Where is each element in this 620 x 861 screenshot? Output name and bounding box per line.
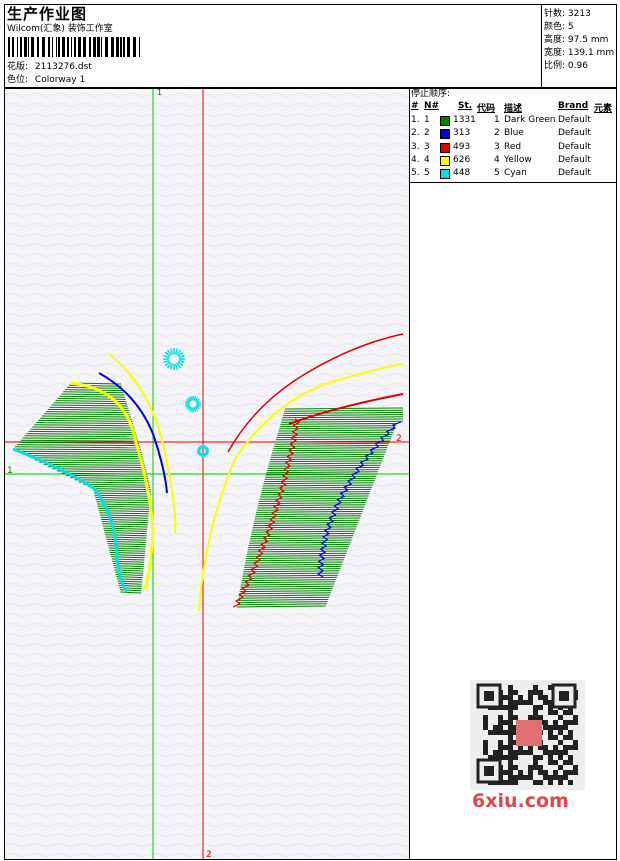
- row-brand: Default: [558, 141, 591, 152]
- row-stitches: 626: [453, 154, 471, 165]
- sequence-divider: [409, 182, 617, 183]
- row-num: 5.: [411, 168, 420, 179]
- row-desc: Yellow: [504, 154, 532, 165]
- row-num: 1.: [411, 115, 420, 125]
- row-brand: Default: [558, 168, 591, 179]
- sequence-row: 5. 5 448 5 Cyan Default: [410, 168, 618, 181]
- guide-label-v2: 2: [206, 850, 212, 859]
- row-n: 1: [424, 115, 430, 125]
- row-code: 4: [494, 154, 500, 165]
- sequence-row: 2. 2 313 2 Blue Default: [410, 128, 618, 141]
- colorway-value: Colorway 1: [34, 75, 86, 85]
- row-code: 3: [494, 141, 500, 152]
- watermark-text: 6xiu.com: [472, 790, 569, 812]
- col-brand: Brand: [558, 101, 589, 111]
- row-code: 1: [494, 115, 500, 125]
- sequence-row: 4. 4 626 4 Yellow Default: [410, 155, 618, 168]
- guide-label-v1: 1: [157, 89, 162, 97]
- row-brand: Default: [558, 154, 591, 165]
- sequence-row: 1. 1 1331 1 Dark Green Default: [410, 115, 618, 128]
- design-file: 2113276.dst: [34, 62, 92, 72]
- row-n: 2: [424, 128, 430, 139]
- row-stitches: 448: [453, 168, 471, 179]
- row-num: 4.: [411, 154, 420, 165]
- row-num: 3.: [411, 141, 420, 152]
- row-desc: Red: [504, 141, 522, 152]
- row-stitches: 493: [453, 141, 471, 152]
- col-num: #: [411, 101, 419, 111]
- color-swatch: [440, 142, 450, 153]
- stat-width: 宽度: 139.1 mm: [544, 48, 615, 58]
- row-brand: Default: [558, 115, 591, 125]
- color-swatch: [440, 155, 450, 166]
- color-swatch: [440, 129, 450, 140]
- stat-colors: 颜色: 5: [544, 22, 574, 32]
- row-desc: Dark Green: [504, 115, 556, 125]
- row-code: 5: [494, 168, 500, 179]
- stat-height: 高度: 97.5 mm: [544, 35, 609, 45]
- barcode: [8, 37, 140, 57]
- colorway-row: 色位: Colorway 1: [7, 75, 85, 86]
- row-n: 3: [424, 141, 430, 152]
- guide-label-h1: 1: [7, 466, 13, 476]
- col-desc: 描述: [504, 104, 523, 114]
- col-stitches: St.: [458, 101, 473, 111]
- row-stitches: 1331: [453, 115, 476, 125]
- col-code: 代码: [477, 104, 496, 114]
- row-num: 2.: [411, 128, 420, 139]
- row-desc: Blue: [504, 128, 524, 139]
- page-title: 生产作业图: [7, 5, 88, 23]
- qr-code: [470, 680, 585, 790]
- col-n: N#: [424, 101, 440, 111]
- stat-scale: 比例: 0.96: [544, 61, 588, 71]
- row-desc: Cyan: [504, 168, 527, 179]
- color-swatch: [440, 169, 450, 180]
- colorway-label: 色位:: [7, 75, 29, 85]
- design-label: 花版:: [7, 62, 29, 72]
- row-brand: Default: [558, 128, 591, 139]
- design-preview: 1 2 1 2: [5, 89, 409, 859]
- row-stitches: 313: [453, 128, 471, 139]
- row-n: 4: [424, 154, 430, 165]
- col-element: 元素: [594, 104, 613, 114]
- color-swatch: [440, 116, 450, 126]
- stat-stitches: 针数: 3213: [544, 9, 591, 19]
- design-canvas: 1 2 1 2: [5, 89, 409, 859]
- stop-sequence-label: 停止顺序:: [411, 89, 451, 99]
- design-row: 花版: 2113276.dst: [7, 62, 92, 73]
- row-code: 2: [494, 128, 500, 139]
- sequence-row: 3. 3 493 3 Red Default: [410, 142, 618, 155]
- row-n: 5: [424, 168, 430, 179]
- guide-label-h2: 2: [396, 434, 402, 444]
- studio-name: Wilcom(汇象) 装饰工作室: [7, 24, 113, 34]
